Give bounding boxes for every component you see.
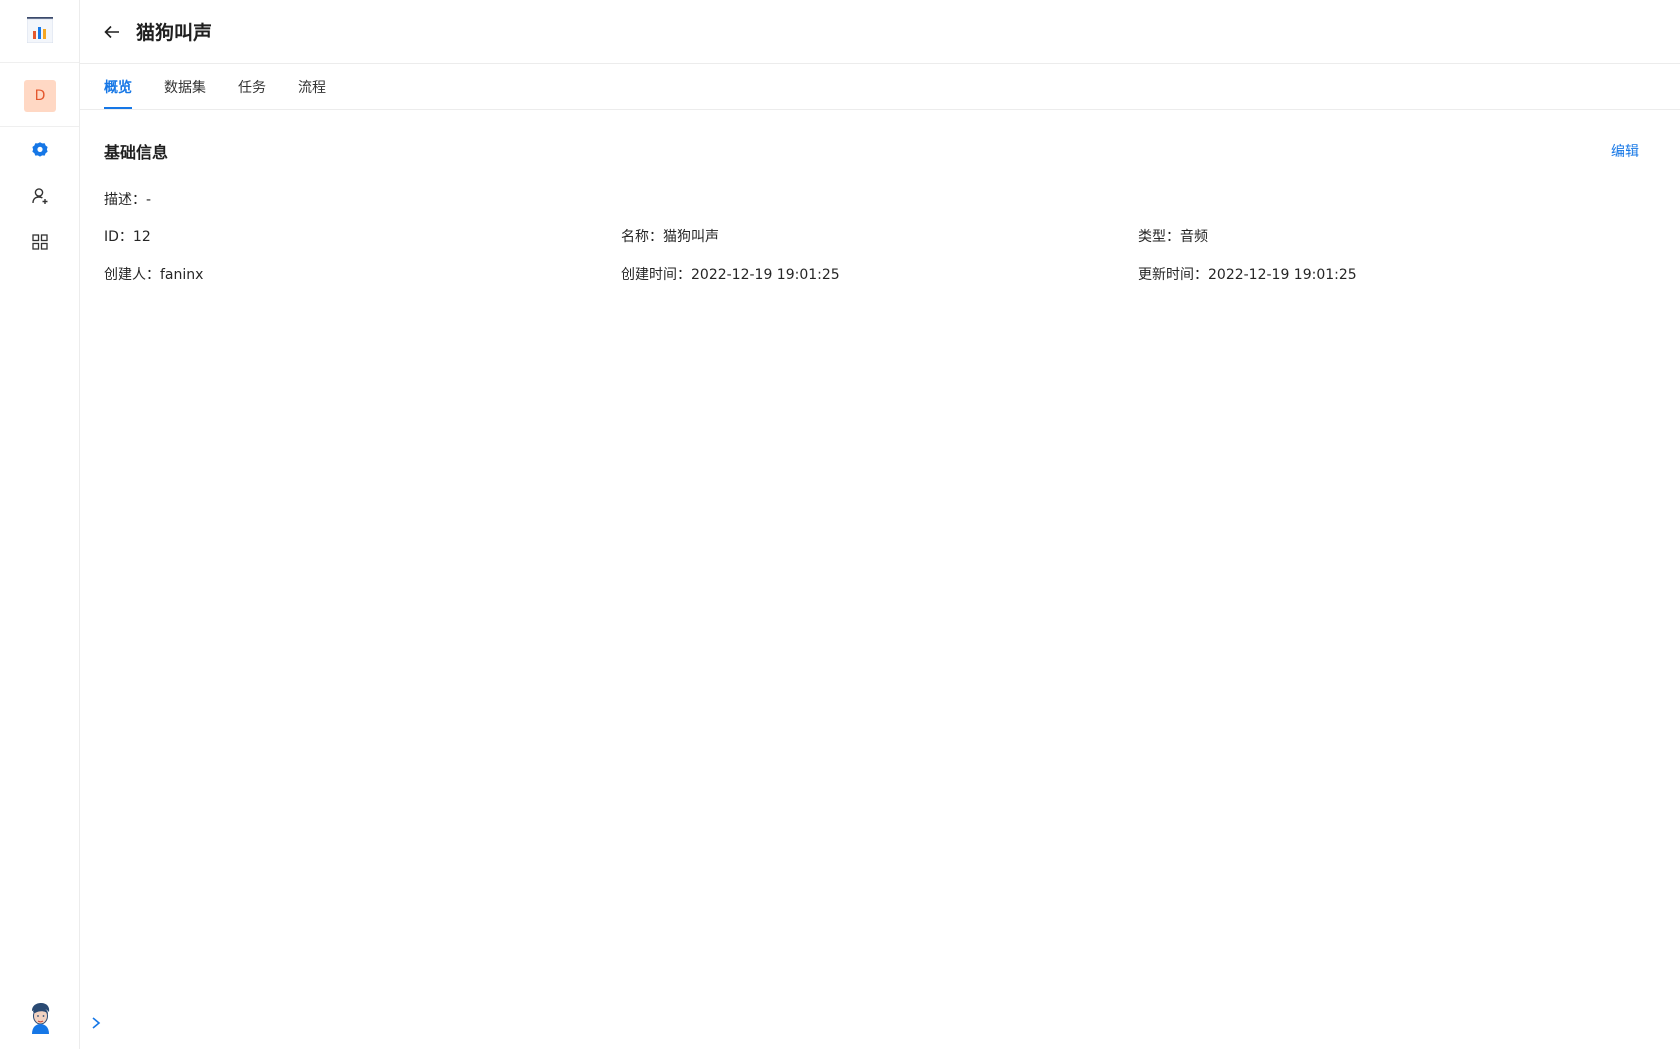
- page-title: 猫狗叫声: [136, 22, 213, 44]
- tab-bar: 概览 数据集 任务 流程: [80, 64, 1680, 110]
- grid-icon[interactable]: [30, 232, 50, 252]
- arrow-left-icon[interactable]: [102, 22, 122, 42]
- workspace-badge[interactable]: D: [24, 80, 56, 112]
- updated-at-field: 更新时间：2022-12-19 19:01:25: [1138, 267, 1357, 283]
- name-field: 名称：猫狗叫声: [621, 229, 719, 245]
- id-field: ID：12: [104, 229, 151, 245]
- type-field: 类型：音频: [1138, 229, 1208, 245]
- description-field: 描述：-: [104, 192, 152, 208]
- gear-icon[interactable]: [30, 140, 50, 160]
- section-title: 基础信息: [104, 143, 169, 162]
- sidebar-divider: [0, 126, 79, 127]
- user-add-icon[interactable]: [30, 186, 50, 206]
- created-at-field: 创建时间：2022-12-19 19:01:25: [621, 267, 840, 283]
- page-header: 猫狗叫声: [80, 0, 1680, 64]
- tab-datasets[interactable]: 数据集: [164, 77, 206, 97]
- creator-field: 创建人：faninx: [104, 267, 204, 283]
- sidebar: D: [0, 0, 80, 1049]
- tab-tasks[interactable]: 任务: [238, 77, 266, 97]
- edit-button[interactable]: 编辑: [1611, 141, 1639, 161]
- active-tab-indicator: [104, 107, 132, 109]
- expand-sidebar-icon[interactable]: [90, 1015, 102, 1031]
- app-logo-icon[interactable]: [27, 17, 53, 43]
- tab-overview[interactable]: 概览: [104, 77, 132, 97]
- sidebar-divider: [0, 62, 79, 63]
- avatar[interactable]: [25, 1002, 55, 1034]
- tab-pipelines[interactable]: 流程: [298, 77, 326, 97]
